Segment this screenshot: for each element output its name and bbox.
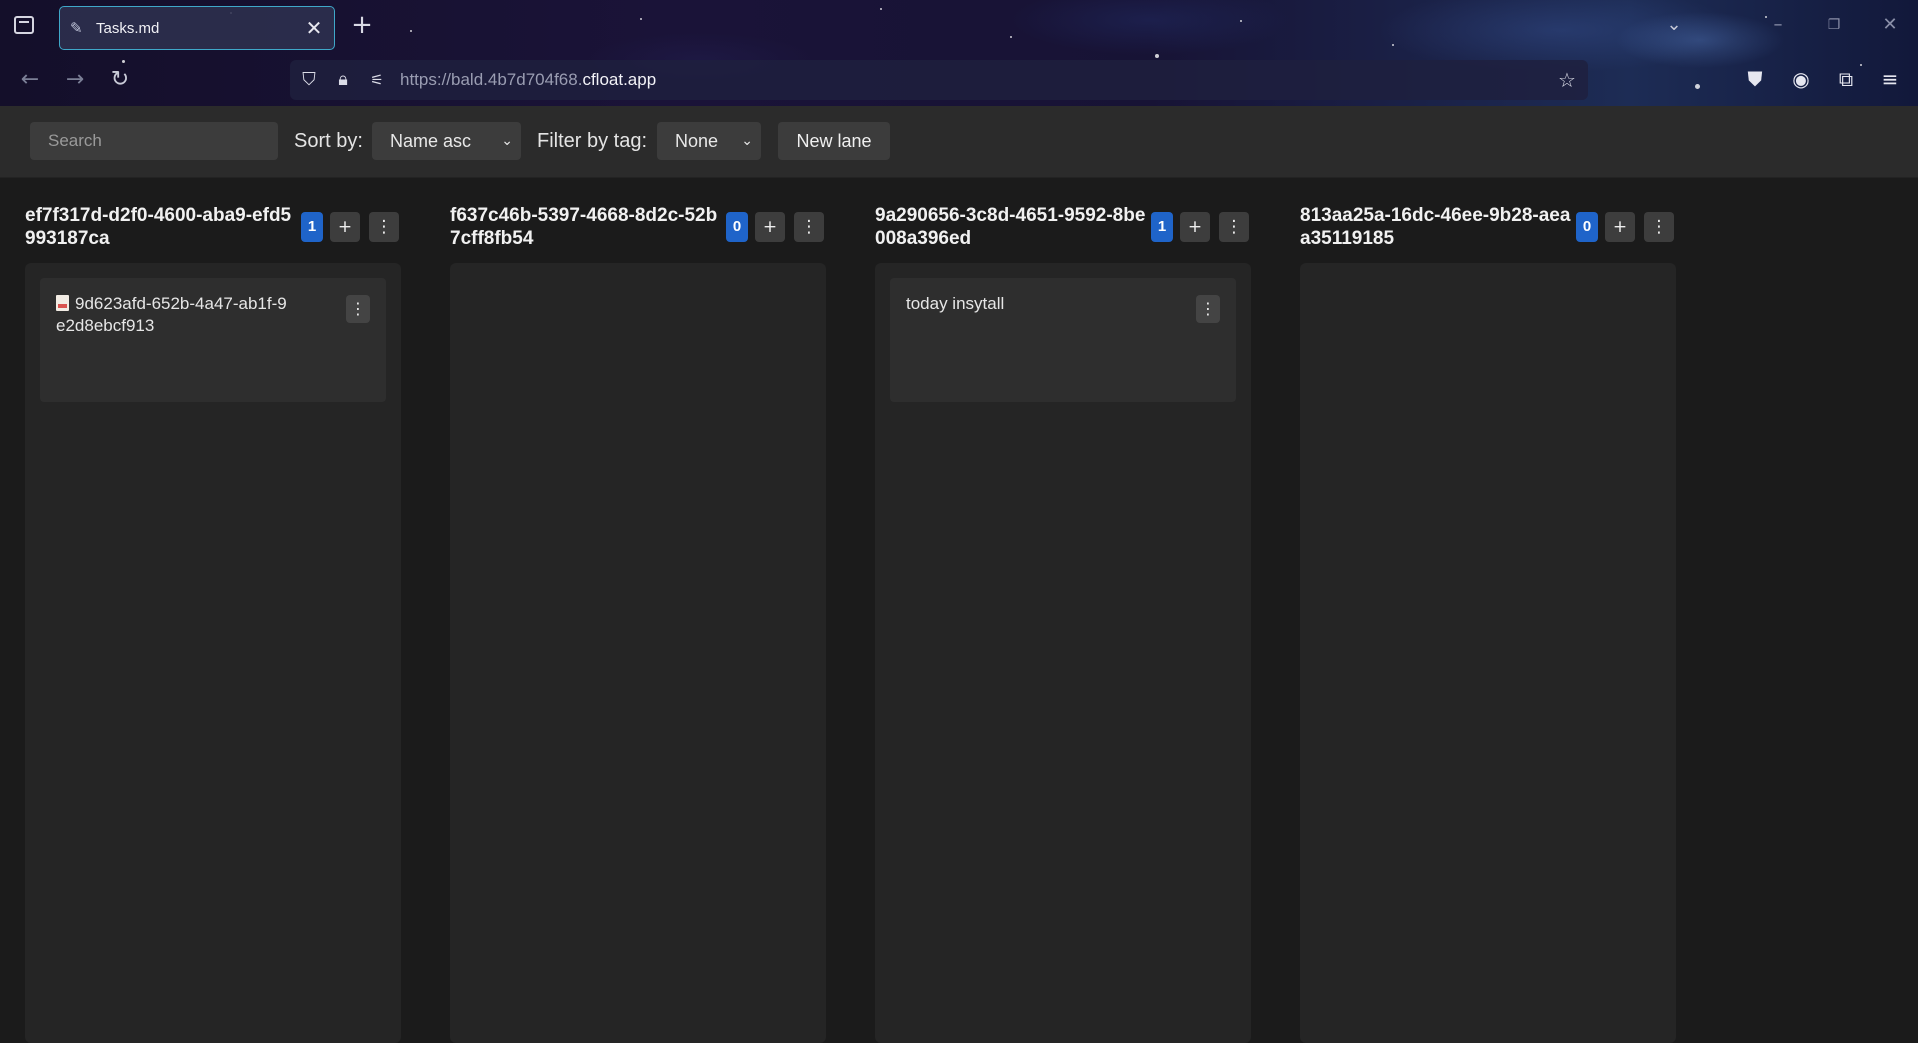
chevron-down-icon: ⌄ bbox=[741, 133, 753, 149]
chevron-down-icon[interactable]: ⌄ bbox=[1662, 13, 1686, 37]
url-prefix: https://bald.4b7d704f68. bbox=[400, 70, 583, 89]
lane-body bbox=[450, 263, 826, 1043]
card-menu-button[interactable]: ⋮ bbox=[346, 295, 370, 323]
lane-body: 9d623afd-652b-4a47-ab1f-9e2d8ebcf913 ⋮ bbox=[25, 263, 401, 1043]
browser-chrome: ✎ Tasks.md ✕ + ⌄ – ❐ ✕ ← → ↻ ⛉ 🔒︎ ⚟ http… bbox=[0, 0, 1918, 106]
lane-menu-button[interactable]: ⋮ bbox=[1219, 212, 1249, 242]
filter-select-value: None bbox=[675, 131, 719, 151]
new-tab-button[interactable]: + bbox=[350, 12, 374, 38]
add-card-button[interactable]: + bbox=[1605, 212, 1635, 242]
lane: ef7f317d-d2f0-4600-aba9-efd5993187ca 1 +… bbox=[25, 178, 401, 1043]
lane-body bbox=[1300, 263, 1676, 1043]
forward-arrow-icon[interactable]: → bbox=[61, 66, 89, 94]
menu-icon[interactable]: ≡ bbox=[1877, 66, 1903, 92]
bookmark-star-icon[interactable]: ☆ bbox=[1556, 69, 1578, 91]
shield-icon[interactable]: ⛉ bbox=[298, 69, 320, 91]
app-toolbar: Sort by: Name asc ⌄ Filter by tag: None … bbox=[0, 106, 1918, 178]
add-card-button[interactable]: + bbox=[1180, 212, 1210, 242]
task-card[interactable]: today insytall ⋮ bbox=[890, 278, 1236, 402]
card-title: today insytall bbox=[906, 294, 1005, 313]
navigation-bar: ← → ↻ ⛉ 🔒︎ ⚟ https://bald.4b7d704f68.cfl… bbox=[0, 58, 1918, 104]
account-icon[interactable]: ◉ bbox=[1788, 66, 1814, 92]
new-lane-button[interactable]: New lane bbox=[778, 122, 890, 160]
lane-card-count-badge: 0 bbox=[1576, 212, 1598, 242]
edit-pencil-icon: ✎ bbox=[70, 19, 83, 37]
lane-title[interactable]: f637c46b-5397-4668-8d2c-52b7cff8fb54 bbox=[450, 204, 722, 250]
back-arrow-icon[interactable]: ← bbox=[16, 66, 44, 94]
url-host: cfloat.app bbox=[582, 70, 657, 89]
url-bar[interactable]: ⛉ 🔒︎ ⚟ https://bald.4b7d704f68.cfloat.ap… bbox=[290, 60, 1588, 100]
sort-select-value: Name asc bbox=[390, 131, 472, 151]
lane-header: ef7f317d-d2f0-4600-aba9-efd5993187ca 1 +… bbox=[25, 204, 401, 258]
lane-menu-button[interactable]: ⋮ bbox=[794, 212, 824, 242]
tab-title: Tasks.md bbox=[96, 19, 160, 37]
tab-bar: ✎ Tasks.md ✕ + ⌄ – ❐ ✕ bbox=[0, 0, 1918, 54]
browser-tab[interactable]: ✎ Tasks.md ✕ bbox=[59, 6, 335, 50]
sort-label: Sort by: bbox=[294, 130, 363, 152]
lane-menu-button[interactable]: ⋮ bbox=[369, 212, 399, 242]
lane: 9a290656-3c8d-4651-9592-8be008a396ed 1 +… bbox=[875, 178, 1251, 1043]
tab-list-icon[interactable] bbox=[14, 16, 34, 34]
lane-header: 813aa25a-16dc-46ee-9b28-aeaa35119185 0 +… bbox=[1300, 204, 1676, 258]
permissions-icon[interactable]: ⚟ bbox=[366, 69, 388, 91]
kanban-board: ef7f317d-d2f0-4600-aba9-efd5993187ca 1 +… bbox=[0, 178, 1918, 1043]
add-card-button[interactable]: + bbox=[330, 212, 360, 242]
lock-icon[interactable]: 🔒︎ bbox=[332, 69, 354, 91]
lane-title[interactable]: ef7f317d-d2f0-4600-aba9-efd5993187ca bbox=[25, 204, 297, 250]
window-close-icon[interactable]: ✕ bbox=[1878, 13, 1902, 37]
filter-tag-select[interactable]: None ⌄ bbox=[657, 122, 761, 160]
lane-card-count-badge: 1 bbox=[1151, 212, 1173, 242]
file-icon bbox=[56, 295, 69, 311]
extensions-icon[interactable]: ⧉ bbox=[1833, 66, 1859, 92]
restore-icon[interactable]: ❐ bbox=[1822, 13, 1846, 37]
card-title-text: 9d623afd-652b-4a47-ab1f-9e2d8ebcf913 bbox=[56, 294, 287, 335]
sort-select[interactable]: Name asc ⌄ bbox=[372, 122, 521, 160]
lane-card-count-badge: 1 bbox=[301, 212, 323, 242]
lane-body: today insytall ⋮ bbox=[875, 263, 1251, 1043]
lane: 813aa25a-16dc-46ee-9b28-aeaa35119185 0 +… bbox=[1300, 178, 1676, 1043]
url-text[interactable]: https://bald.4b7d704f68.cfloat.app bbox=[400, 70, 656, 90]
reload-icon[interactable]: ↻ bbox=[106, 66, 134, 94]
add-card-button[interactable]: + bbox=[755, 212, 785, 242]
lane-title[interactable]: 9a290656-3c8d-4651-9592-8be008a396ed bbox=[875, 204, 1147, 250]
chevron-down-icon: ⌄ bbox=[501, 133, 513, 149]
filter-label: Filter by tag: bbox=[537, 130, 648, 152]
pocket-icon[interactable]: ⛊ bbox=[1742, 66, 1768, 92]
lane: f637c46b-5397-4668-8d2c-52b7cff8fb54 0 +… bbox=[450, 178, 826, 1043]
card-menu-button[interactable]: ⋮ bbox=[1196, 295, 1220, 323]
minimize-icon[interactable]: – bbox=[1766, 13, 1790, 37]
lane-header: 9a290656-3c8d-4651-9592-8be008a396ed 1 +… bbox=[875, 204, 1251, 258]
lane-title[interactable]: 813aa25a-16dc-46ee-9b28-aeaa35119185 bbox=[1300, 204, 1572, 250]
lane-header: f637c46b-5397-4668-8d2c-52b7cff8fb54 0 +… bbox=[450, 204, 826, 258]
card-title: 9d623afd-652b-4a47-ab1f-9e2d8ebcf913 bbox=[56, 293, 296, 337]
task-card[interactable]: 9d623afd-652b-4a47-ab1f-9e2d8ebcf913 ⋮ bbox=[40, 278, 386, 402]
lane-card-count-badge: 0 bbox=[726, 212, 748, 242]
close-icon[interactable]: ✕ bbox=[304, 18, 324, 38]
lane-menu-button[interactable]: ⋮ bbox=[1644, 212, 1674, 242]
search-input[interactable] bbox=[30, 122, 278, 160]
